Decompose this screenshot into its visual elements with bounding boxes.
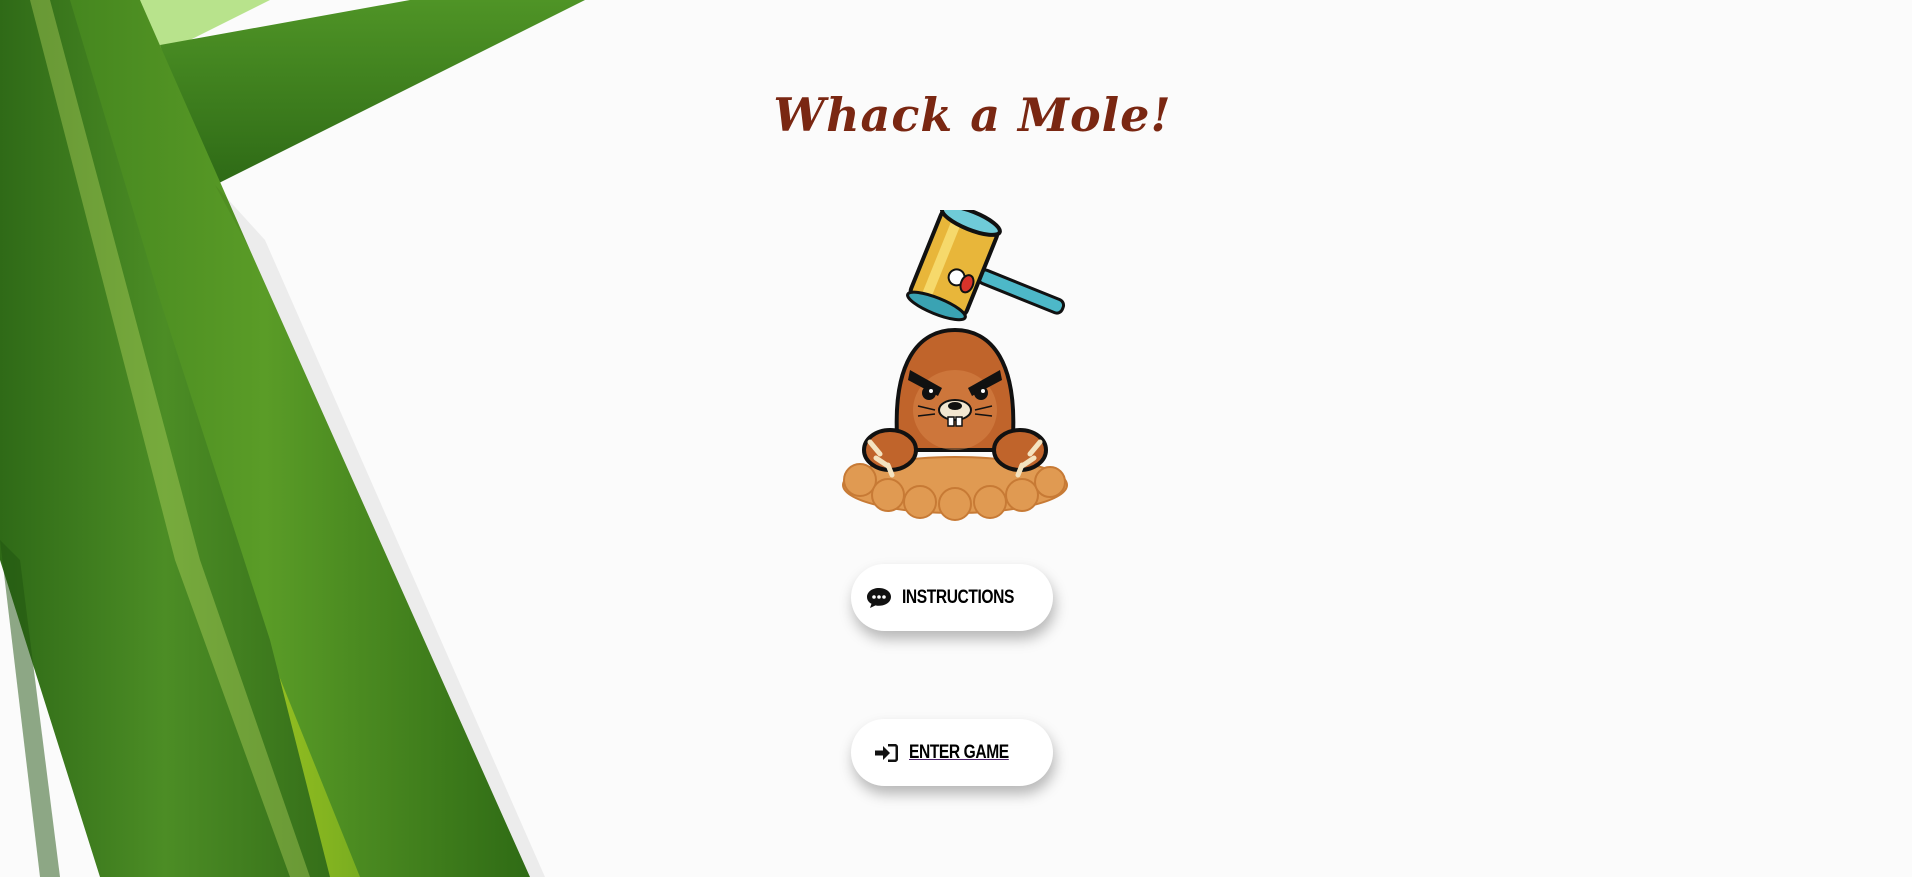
instructions-label: Instructions <box>901 586 1014 608</box>
mole-with-hammer-illustration <box>842 210 1068 521</box>
chat-bubble-icon <box>866 587 891 608</box>
instructions-button[interactable]: Instructions <box>851 564 1053 631</box>
game-title: Whack a Mole! <box>773 88 1172 142</box>
game-start-screen: Whack a Mole! INSTRUCTIONS ENTER GAME <box>0 0 1912 877</box>
sign-in-icon <box>875 743 899 762</box>
enter-game-label: Enter game <box>909 741 1009 763</box>
enter-game-button[interactable]: Enter game <box>851 719 1053 786</box>
